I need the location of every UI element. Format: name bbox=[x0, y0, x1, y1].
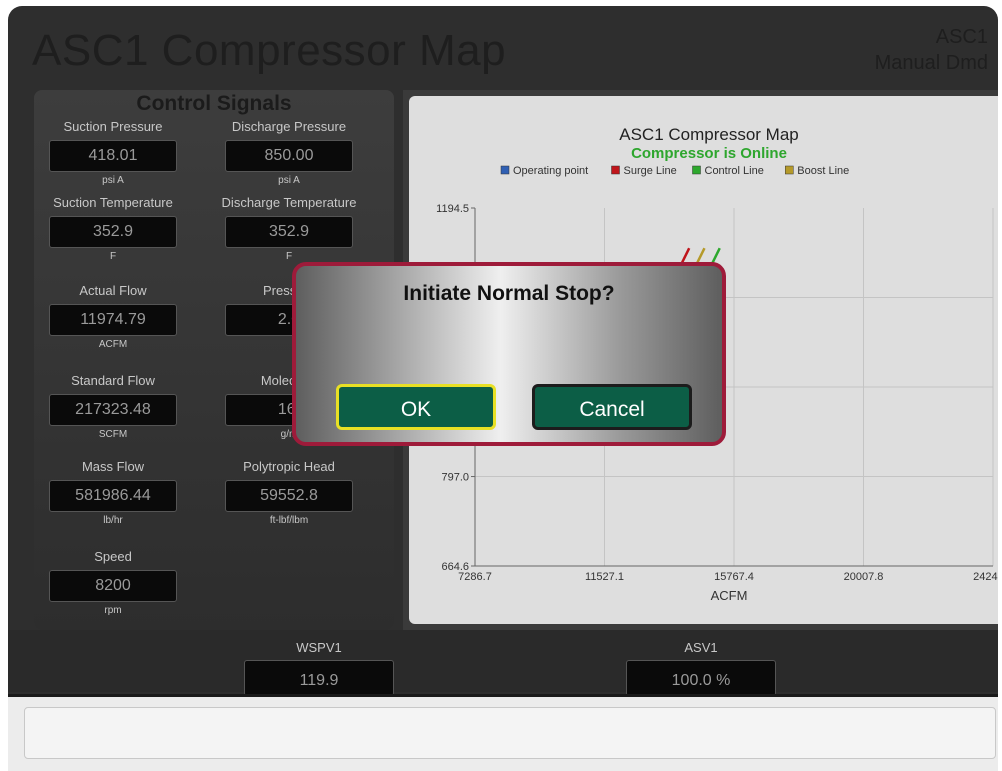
signal-polytropic-head: Polytropic Head 59552.8 ft-lbf/lbm bbox=[214, 458, 364, 527]
signal-speed: Speed 8200 rpm bbox=[38, 548, 188, 617]
signal-value: 217323.48 bbox=[49, 394, 177, 426]
signal-discharge-temperature: Discharge Temperature 352.9 F bbox=[214, 194, 364, 263]
legend-label: Operating point bbox=[513, 165, 588, 177]
signal-label: Discharge Pressure bbox=[231, 119, 347, 134]
chart-legend: Operating point Surge Line Control Line Boo… bbox=[500, 165, 849, 177]
y-tick-label: 797.0 bbox=[441, 472, 469, 484]
signal-value: 352.9 bbox=[225, 216, 353, 248]
unit-name: ASC1 bbox=[935, 26, 988, 48]
signal-label: Mass Flow bbox=[81, 459, 145, 474]
ok-button[interactable]: OK bbox=[336, 384, 496, 430]
signal-actual-flow: Actual Flow 11974.79 ACFM bbox=[38, 282, 188, 351]
wspv1-label: WSPV1 bbox=[296, 640, 342, 655]
y-tick-label: 664.6 bbox=[441, 561, 469, 573]
signal-label: Suction Pressure bbox=[63, 119, 163, 134]
wspv1-readout: WSPV1 119.9 bbox=[244, 640, 394, 696]
asv1-value: 100.0 % bbox=[626, 660, 776, 696]
mode-label: Manual Dmd bbox=[874, 52, 988, 74]
legend-label: Control Line bbox=[705, 165, 764, 177]
y-tick-label: 1194.5 bbox=[436, 203, 469, 215]
signal-unit: SCFM bbox=[98, 429, 128, 440]
legend-label: Boost Line bbox=[797, 165, 849, 177]
signal-discharge-pressure: Discharge Pressure 850.00 psi A bbox=[214, 118, 364, 187]
asv1-label: ASV1 bbox=[684, 640, 718, 655]
signal-value: 418.01 bbox=[49, 140, 177, 172]
signal-unit: psi A bbox=[278, 175, 300, 186]
signal-unit: psi A bbox=[102, 175, 124, 186]
dialog-question: Initiate Normal Stop? bbox=[403, 282, 615, 305]
signal-unit: F bbox=[109, 251, 117, 262]
signal-label: Suction Temperature bbox=[53, 195, 173, 210]
signal-label: Standard Flow bbox=[71, 373, 155, 388]
control-signals-title: Control Signals bbox=[136, 92, 292, 115]
signal-unit: ACFM bbox=[98, 339, 128, 350]
signal-value: 8200 bbox=[49, 570, 177, 602]
signal-value: 581986.44 bbox=[49, 480, 177, 512]
asv1-readout: ASV1 100.0 % bbox=[626, 640, 776, 696]
signal-standard-flow: Standard Flow 217323.48 SCFM bbox=[38, 372, 188, 441]
signal-unit: lb/hr bbox=[103, 515, 123, 526]
x-tick-label: 11527.1 bbox=[585, 571, 624, 583]
wspv1-value: 119.9 bbox=[244, 660, 394, 696]
signal-label: Actual Flow bbox=[79, 283, 147, 298]
legend-swatch bbox=[785, 165, 794, 175]
legend-swatch bbox=[500, 165, 510, 175]
signal-value: 11974.79 bbox=[49, 304, 177, 336]
signal-value: 850.00 bbox=[225, 140, 353, 172]
confirm-dialog: Initiate Normal Stop? OK Cancel bbox=[292, 262, 726, 446]
x-axis-label: ACFM bbox=[711, 588, 748, 603]
x-tick-label: 24248.2 bbox=[973, 571, 998, 583]
signal-value: 59552.8 bbox=[225, 480, 353, 512]
x-tick-label: 15767.4 bbox=[714, 571, 754, 583]
signal-value: 352.9 bbox=[49, 216, 177, 248]
cancel-button[interactable]: Cancel bbox=[532, 384, 692, 430]
chart-title: ASC1 Compressor Map bbox=[619, 125, 799, 144]
signal-unit: rpm bbox=[104, 605, 122, 616]
signal-label: Polytropic Head bbox=[243, 459, 335, 474]
legend-label: Surge Line bbox=[624, 165, 677, 177]
legend-swatch bbox=[692, 165, 701, 175]
page-title: ASC1 Compressor Map bbox=[32, 26, 507, 75]
header-status: ASC1 Manual Dmd bbox=[875, 24, 988, 76]
signal-label: Speed bbox=[94, 549, 132, 564]
footer-bar bbox=[8, 694, 998, 771]
chart-subtitle: Compressor is Online bbox=[631, 145, 787, 162]
legend-swatch bbox=[611, 165, 620, 175]
signal-label: Discharge Temperature bbox=[221, 195, 357, 210]
x-tick-label: 20007.8 bbox=[844, 571, 884, 583]
signal-unit: ft-lbf/lbm bbox=[269, 515, 309, 526]
footer-panel bbox=[24, 707, 996, 759]
bottom-signal-strip: WSPV1 119.9 ASV1 100.0 % bbox=[8, 630, 998, 696]
signal-suction-pressure: Suction Pressure 418.01 psi A bbox=[38, 118, 188, 187]
signal-mass-flow: Mass Flow 581986.44 lb/hr bbox=[38, 458, 188, 527]
signal-suction-temperature: Suction Temperature 352.9 F bbox=[38, 194, 188, 263]
